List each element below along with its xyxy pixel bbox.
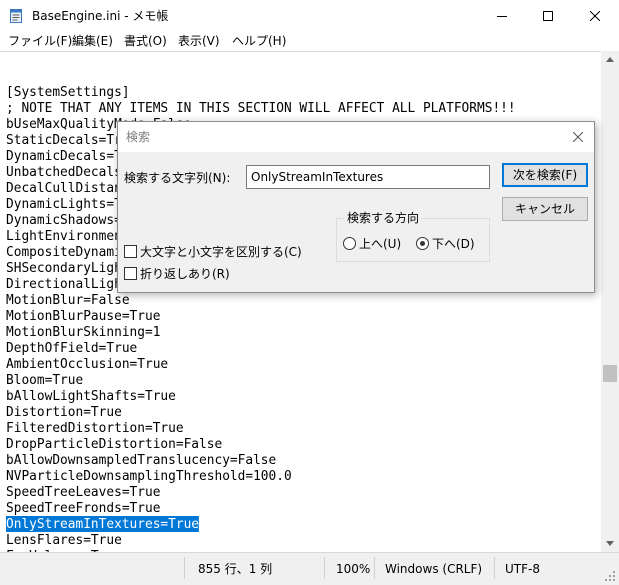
close-button[interactable]	[572, 0, 618, 31]
text-line: MotionBlur=False	[6, 292, 130, 308]
maximize-icon	[543, 10, 553, 21]
text-line: bAllowDownsampledTranslucency=False	[6, 452, 277, 468]
text-line: SpeedTreeLeaves=True	[6, 484, 161, 500]
text-line: [SystemSettings]	[6, 84, 130, 100]
status-bar: 855 行、1 列 100% Windows (CRLF) UTF-8	[0, 552, 619, 585]
menu-bar: ファイル(F) 編集(E) 書式(O) 表示(V) ヘルプ(H)	[0, 31, 619, 51]
menu-file[interactable]: ファイル(F)	[8, 33, 72, 49]
menu-help[interactable]: ヘルプ(H)	[232, 33, 286, 49]
dialog-title-bar[interactable]: 検索	[118, 122, 594, 152]
resize-grip-icon[interactable]	[604, 570, 616, 582]
scroll-up-button[interactable]	[601, 51, 619, 68]
match-case-label[interactable]: 大文字と小文字を区別する(C)	[140, 245, 302, 259]
close-icon	[573, 132, 583, 142]
match-case-checkbox[interactable]	[124, 245, 137, 258]
text-line: MotionBlurSkinning=1	[6, 324, 161, 340]
maximize-button[interactable]	[525, 0, 571, 31]
line-ending: Windows (CRLF)	[385, 562, 483, 576]
scrollbar-thumb[interactable]	[603, 365, 617, 382]
minimize-button[interactable]	[479, 0, 525, 31]
selected-text: OnlyStreamInTextures=True	[6, 516, 200, 532]
vertical-scrollbar[interactable]	[601, 51, 619, 552]
close-icon	[590, 10, 600, 21]
wrap-around-checkbox[interactable]	[124, 267, 137, 280]
scroll-down-button[interactable]	[601, 535, 619, 552]
menu-edit[interactable]: 編集(E)	[72, 33, 113, 49]
scroll-up-icon	[606, 57, 614, 62]
text-line: MotionBlurPause=True	[6, 308, 161, 324]
zoom-level: 100%	[336, 562, 371, 576]
text-line: AmbientOcclusion=True	[6, 356, 169, 372]
status-divider	[324, 557, 325, 579]
cancel-button[interactable]: キャンセル	[502, 197, 588, 221]
status-divider	[374, 557, 375, 579]
text-line: LensFlares=True	[6, 532, 122, 548]
menu-view[interactable]: 表示(V)	[178, 33, 220, 49]
text-line: ; NOTE THAT ANY ITEMS IN THIS SECTION WI…	[6, 100, 516, 116]
find-dialog: 検索 検索する文字列(N): OnlyStreamInTextures 次を検索…	[117, 121, 595, 293]
direction-down-radio[interactable]	[416, 237, 429, 250]
encoding: UTF-8	[505, 562, 540, 576]
direction-down-label[interactable]: 下へ(D)	[432, 237, 475, 251]
cursor-position: 855 行、1 列	[198, 562, 273, 576]
find-next-button[interactable]: 次を検索(F)	[502, 163, 588, 187]
title-bar: BaseEngine.ini - メモ帳	[0, 0, 619, 31]
notepad-icon	[10, 9, 22, 23]
minimize-icon	[497, 15, 507, 17]
text-line: SpeedTreeFronds=True	[6, 500, 161, 516]
dialog-title: 検索	[126, 130, 151, 144]
text-line: DepthOfField=True	[6, 340, 138, 356]
dialog-close-button[interactable]	[568, 127, 588, 147]
wrap-around-label[interactable]: 折り返しあり(R)	[140, 267, 230, 281]
window-title: BaseEngine.ini - メモ帳	[32, 9, 169, 23]
scroll-down-icon	[606, 541, 614, 546]
status-divider	[184, 557, 185, 579]
text-line: OnlyStreamInTextures=True	[6, 516, 516, 532]
text-line	[6, 68, 516, 84]
direction-up-label[interactable]: 上へ(U)	[359, 237, 401, 251]
text-line: DropParticleDistortion=False	[6, 436, 223, 452]
direction-up-radio[interactable]	[343, 237, 356, 250]
text-line: NVParticleDownsamplingThreshold=100.0	[6, 468, 292, 484]
text-line: FilteredDistortion=True	[6, 420, 184, 436]
direction-label: 検索する方向	[344, 211, 423, 225]
menu-format[interactable]: 書式(O)	[124, 33, 167, 49]
status-divider	[494, 557, 495, 579]
search-label: 検索する文字列(N):	[124, 171, 231, 185]
text-line: bAllowLightShafts=True	[6, 388, 176, 404]
search-input[interactable]: OnlyStreamInTextures	[246, 165, 490, 189]
text-line: Distortion=True	[6, 404, 122, 420]
text-line: Bloom=True	[6, 372, 84, 388]
